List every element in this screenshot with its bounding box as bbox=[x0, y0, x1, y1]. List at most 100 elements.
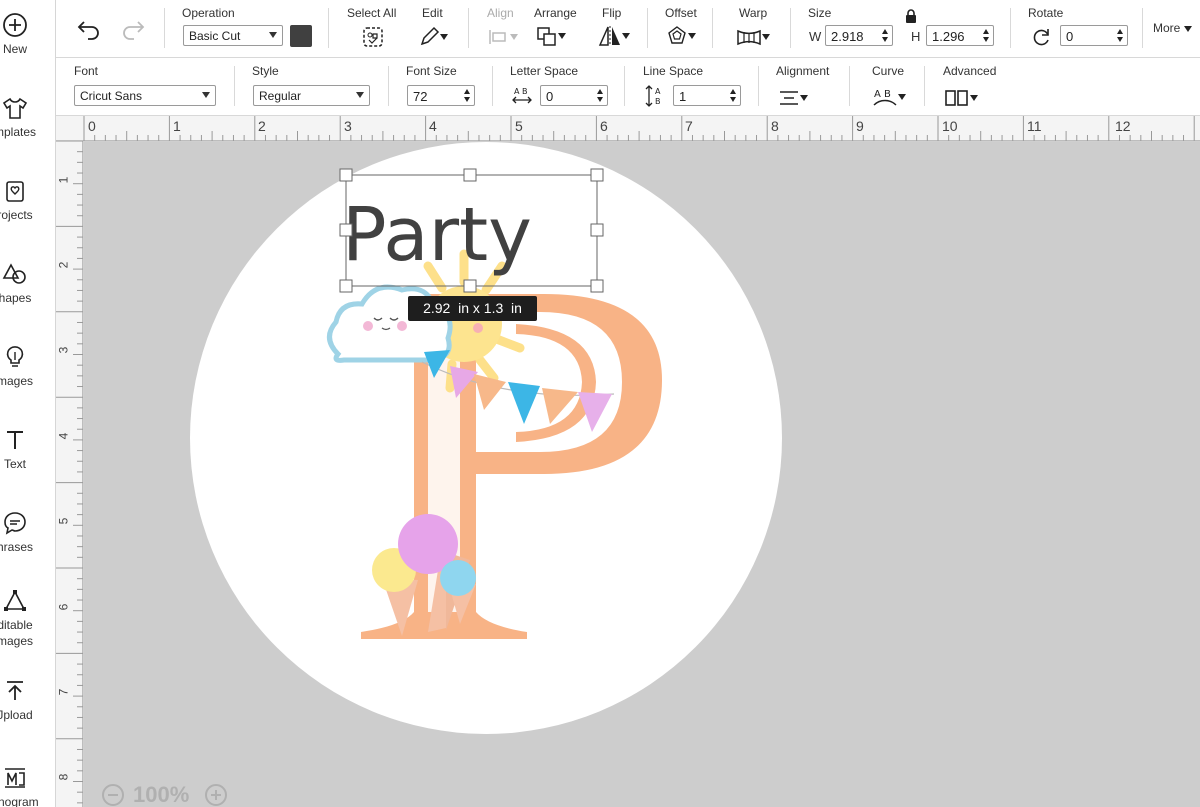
stepper-icon[interactable] bbox=[596, 88, 604, 103]
sidebar-item-images[interactable]: mages bbox=[0, 344, 50, 389]
sidebar-item-templates[interactable]: mplates bbox=[0, 95, 50, 140]
stepper-icon[interactable] bbox=[729, 88, 737, 103]
rotate-icon[interactable] bbox=[1030, 26, 1052, 48]
arrange-label: Arrange bbox=[534, 6, 577, 20]
horizontal-ruler: 0 1 2 3 4 5 6 7 8 9 10 11 12 bbox=[56, 116, 1200, 141]
warp-icon bbox=[737, 29, 761, 46]
line-space-group: Line Space bbox=[643, 64, 703, 78]
font-label: Font bbox=[74, 64, 99, 78]
projects-icon bbox=[6, 181, 24, 202]
ruler-label: 3 bbox=[344, 118, 352, 134]
style-group: Style bbox=[252, 64, 279, 78]
style-value: Regular bbox=[259, 89, 302, 103]
resize-handle[interactable] bbox=[339, 279, 353, 293]
letter-space-input[interactable]: 0 bbox=[540, 85, 608, 106]
undo-icon[interactable] bbox=[76, 18, 102, 40]
more-label: More bbox=[1153, 21, 1181, 35]
line-space-input[interactable]: 1 bbox=[673, 85, 741, 106]
sidebar-item-label: mplates bbox=[0, 125, 37, 139]
lock-icon[interactable] bbox=[904, 8, 918, 24]
rotate-value: 0 bbox=[1066, 29, 1074, 44]
sidebar-item-upload[interactable]: Jpload bbox=[0, 678, 50, 723]
offset-group: Offset bbox=[665, 6, 697, 20]
sidebar-item-label: Text bbox=[3, 457, 26, 471]
flip-menu[interactable] bbox=[598, 25, 630, 47]
curve-label: Curve bbox=[872, 64, 905, 78]
resize-handle[interactable] bbox=[339, 223, 353, 237]
stepper-icon[interactable] bbox=[463, 88, 471, 103]
line-space-value: 1 bbox=[679, 89, 687, 104]
arrange-group: Arrange bbox=[534, 6, 577, 20]
zoom-in-button[interactable] bbox=[205, 784, 227, 806]
operation-color-swatch[interactable] bbox=[290, 25, 312, 47]
resize-handle[interactable] bbox=[590, 168, 604, 182]
ruler-label: 7 bbox=[685, 118, 693, 134]
stepper-icon[interactable] bbox=[982, 28, 990, 43]
sidebar-item-new[interactable]: New bbox=[0, 12, 50, 57]
align-menu bbox=[488, 28, 518, 46]
edit-group: Edit bbox=[422, 6, 443, 20]
shapes-icon bbox=[2, 263, 26, 284]
sidebar-item-phrases[interactable]: hrases bbox=[0, 510, 50, 555]
warp-menu[interactable] bbox=[736, 27, 770, 47]
letter-space-value: 0 bbox=[546, 89, 554, 104]
stepper-icon[interactable] bbox=[881, 28, 889, 43]
sidebar-item-text[interactable]: Text bbox=[0, 427, 50, 472]
select-all-icon[interactable] bbox=[362, 26, 384, 48]
resize-handle[interactable] bbox=[463, 168, 477, 182]
rotate-input[interactable]: 0 bbox=[1060, 25, 1128, 46]
height-input[interactable]: 1.296 bbox=[926, 25, 994, 46]
resize-handle[interactable] bbox=[590, 279, 604, 293]
font-group: Font bbox=[74, 64, 98, 78]
font-size-input[interactable]: 72 bbox=[407, 85, 475, 106]
edit-menu[interactable] bbox=[418, 26, 448, 48]
ruler-label: 2 bbox=[56, 261, 71, 269]
height-label: H bbox=[911, 29, 921, 44]
sidebar-item-shapes[interactable]: hapes bbox=[0, 261, 50, 306]
resize-handle[interactable] bbox=[339, 168, 353, 182]
ruler-label: 9 bbox=[856, 118, 864, 134]
alignment-menu[interactable] bbox=[778, 89, 808, 107]
font-size-group: Font Size bbox=[406, 64, 457, 78]
design-canvas[interactable]: Party bbox=[84, 142, 1200, 807]
alignment-group: Alignment bbox=[776, 64, 829, 78]
more-button[interactable]: More bbox=[1153, 21, 1192, 35]
zoom-out-button[interactable] bbox=[102, 784, 124, 806]
redo-icon[interactable] bbox=[120, 18, 146, 40]
resize-handle[interactable] bbox=[590, 223, 604, 237]
stepper-icon[interactable] bbox=[1116, 28, 1124, 43]
align-label: Align bbox=[487, 6, 514, 20]
sidebar-item-editable-images[interactable]: ditable mages bbox=[0, 588, 50, 649]
divider bbox=[468, 8, 469, 48]
operation-select[interactable]: Basic Cut bbox=[183, 25, 283, 46]
divider bbox=[1010, 8, 1011, 48]
offset-menu[interactable] bbox=[666, 25, 696, 47]
ruler-label: 8 bbox=[56, 773, 71, 781]
chevron-down-icon bbox=[970, 95, 978, 101]
sidebar-item-monogram[interactable]: onogram bbox=[0, 765, 50, 807]
sidebar-item-label: mages bbox=[0, 374, 34, 388]
font-select[interactable]: Cricut Sans bbox=[74, 85, 216, 106]
rotate-label: Rotate bbox=[1028, 6, 1064, 20]
ruler-label: 0 bbox=[88, 118, 96, 134]
sidebar-item-projects[interactable]: rojects bbox=[0, 178, 50, 223]
sidebar-item-label: rojects bbox=[0, 208, 33, 222]
ruler-label: 1 bbox=[56, 176, 71, 184]
sidebar-item-label: onogram bbox=[0, 795, 39, 807]
chevron-down-icon bbox=[800, 94, 808, 101]
divider bbox=[328, 8, 329, 48]
width-input[interactable]: 2.918 bbox=[825, 25, 893, 46]
arrange-menu[interactable] bbox=[536, 26, 566, 46]
resize-handle[interactable] bbox=[463, 279, 477, 293]
advanced-menu[interactable] bbox=[944, 89, 978, 107]
sidebar-item-label: ditable mages bbox=[0, 618, 34, 648]
party-text-object[interactable]: Party bbox=[342, 192, 532, 278]
advanced-icon bbox=[945, 90, 968, 106]
size-tooltip-text: 2.92 in x 1.3 in bbox=[423, 300, 522, 316]
style-select[interactable]: Regular bbox=[253, 85, 370, 106]
divider bbox=[624, 66, 625, 106]
curve-menu[interactable]: A B bbox=[872, 87, 906, 107]
chevron-down-icon bbox=[558, 33, 566, 39]
letter-space-group: Letter Space bbox=[510, 64, 578, 78]
arrange-icon bbox=[537, 27, 556, 46]
